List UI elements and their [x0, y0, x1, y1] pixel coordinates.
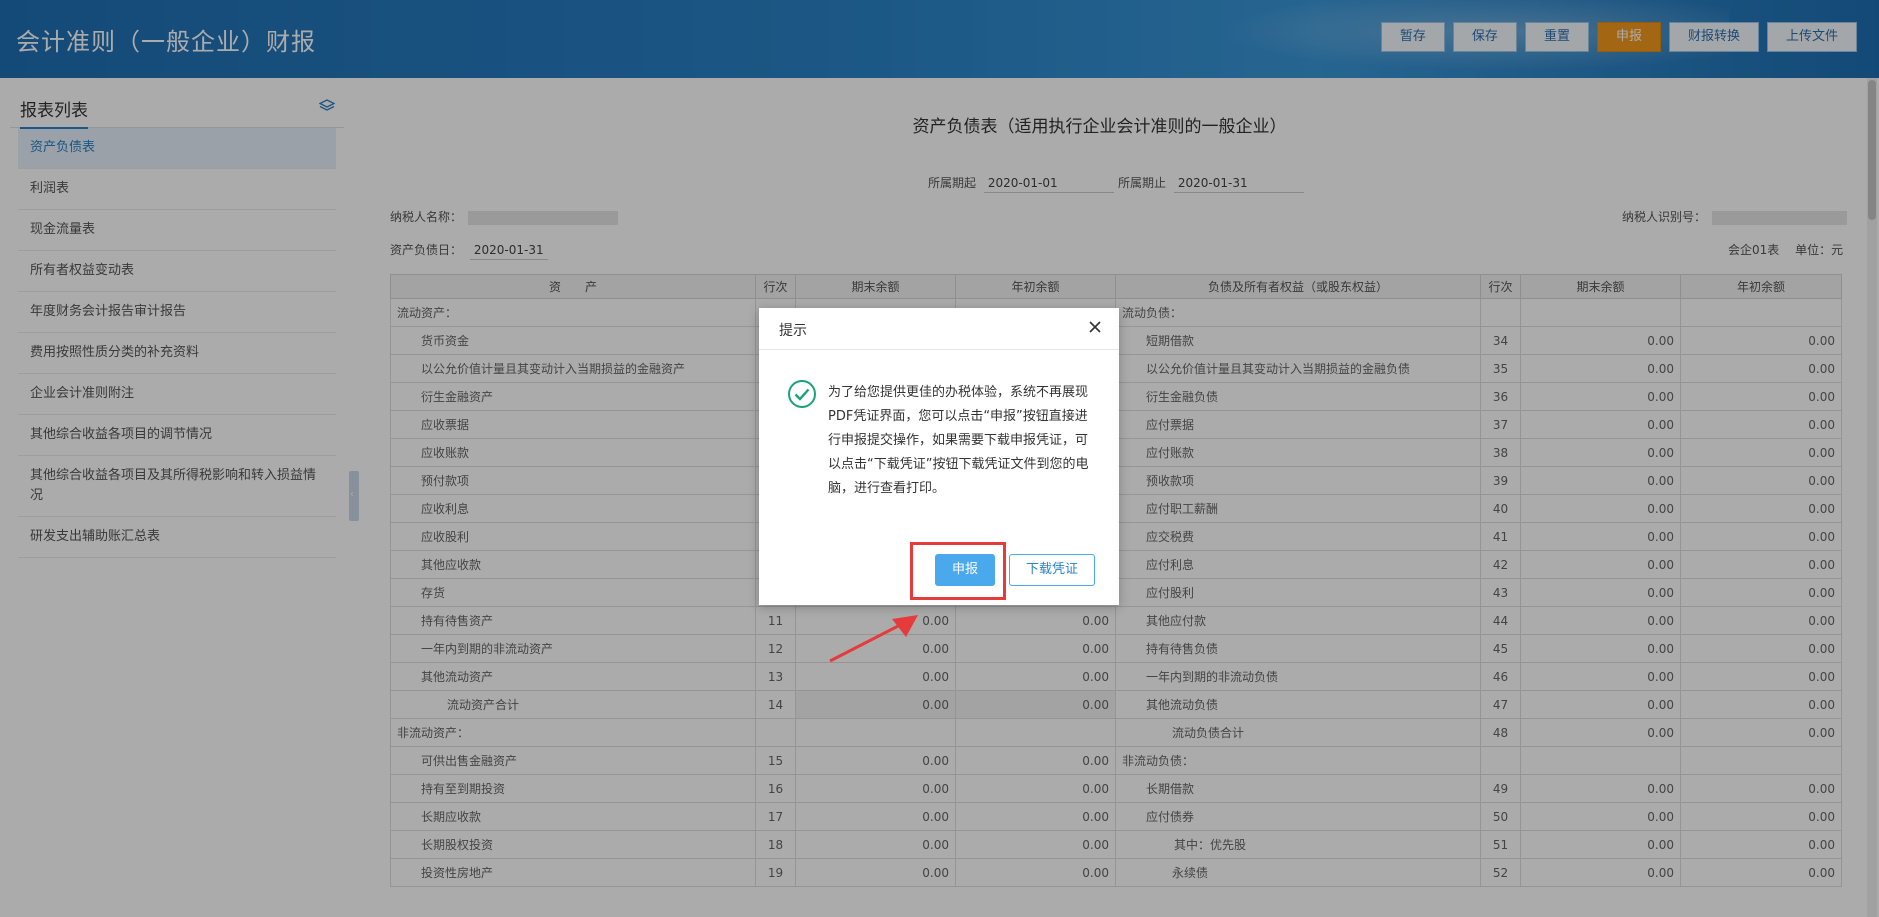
- highlight-box: [910, 542, 1006, 600]
- annotation-arrow: [829, 615, 918, 663]
- check-circle-icon: [787, 379, 817, 409]
- dialog-header: 提示: [759, 308, 1119, 350]
- close-icon[interactable]: [1087, 318, 1103, 338]
- dialog-title: 提示: [779, 323, 807, 339]
- download-voucher-button[interactable]: 下载凭证: [1009, 554, 1095, 586]
- dialog-message: 为了给您提供更佳的办税体验，系统不再展现PDF凭证界面，您可以点击“申报”按钮直…: [828, 385, 1089, 496]
